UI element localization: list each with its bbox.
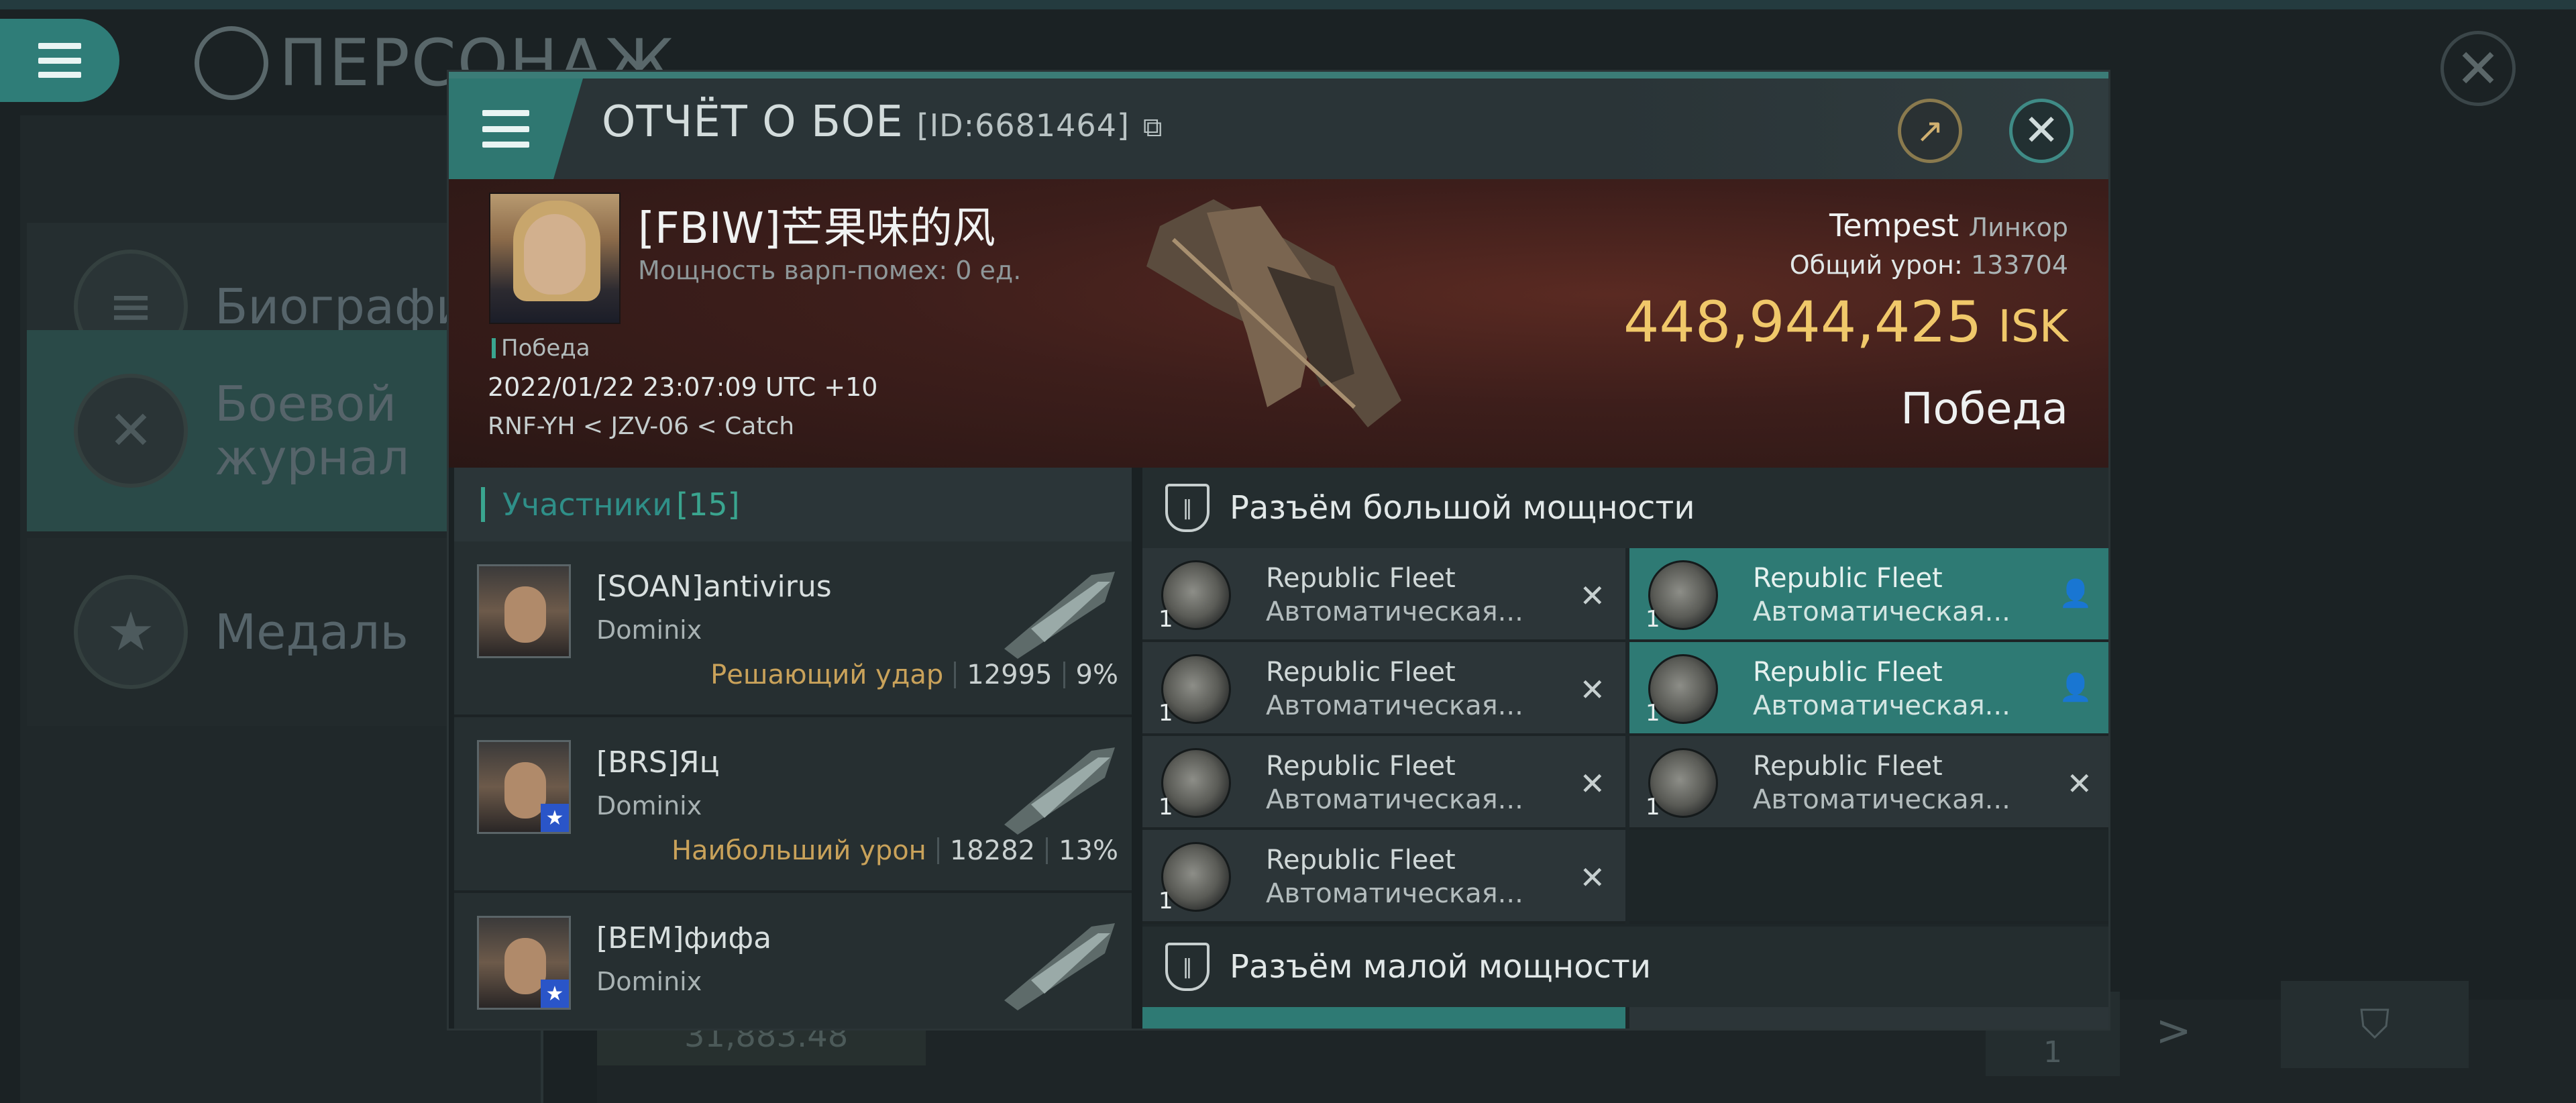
module-item[interactable]: 1 Republic Fleet Автоматическая... 👤 bbox=[1629, 642, 2108, 736]
destroyed-icon: ✕ bbox=[2066, 766, 2092, 802]
dropped-person-icon: 👤 bbox=[2059, 578, 2092, 609]
victim-name[interactable]: [FBIW]芒果味的风 bbox=[638, 194, 996, 256]
destroyed-icon: ✕ bbox=[1579, 578, 1605, 614]
participant-ship-icon bbox=[1004, 572, 1115, 659]
participant-name: [SOAN]antivirus bbox=[596, 570, 832, 604]
participant-name: [BEM]фифа bbox=[596, 921, 772, 955]
participant-ship-icon bbox=[1004, 747, 1115, 835]
participant-row[interactable]: [SOAN]antivirus Dominix Решающий удар 12… bbox=[454, 541, 1132, 717]
victim-banner: Победа 2022/01/22 23:07:09 UTC +10 RNF-Y… bbox=[449, 179, 2108, 468]
module-item[interactable]: 1 Republic Fleet Автоматическая... 👤 bbox=[1629, 548, 2108, 642]
participant-stats: Решающий удар 12995 9% bbox=[710, 660, 1118, 690]
participant-ship: Dominix bbox=[596, 967, 702, 996]
share-button[interactable]: ↗ bbox=[1898, 99, 1962, 163]
copy-icon[interactable]: ⧉ bbox=[1143, 112, 1163, 143]
modal-header: ОТЧЁТ О БОЕ [ID:6681464] ⧉ ↗ ✕ bbox=[449, 78, 2108, 179]
result-label: Победа bbox=[1900, 384, 2068, 434]
filter-icon[interactable]: ⛉ bbox=[2281, 981, 2469, 1068]
crossed-swords-icon: ✕ bbox=[74, 374, 188, 488]
participant-row[interactable]: ★ [BEM]фифа Dominix bbox=[454, 893, 1132, 1029]
module-item[interactable]: 1 Republic Fleet Автоматическая... ✕ bbox=[1142, 548, 1625, 642]
participants-panel: Участники [15] [SOAN]antivirus Dominix Р… bbox=[454, 468, 1132, 1029]
participant-avatar[interactable] bbox=[477, 564, 571, 658]
character-logo-icon bbox=[195, 26, 268, 100]
warp-disruption: Мощность варп-помех: 0 ед. bbox=[638, 256, 1022, 285]
dropped-person-icon: 👤 bbox=[2059, 672, 2092, 703]
ship-image bbox=[1146, 199, 1401, 427]
modal-menu-button[interactable] bbox=[449, 78, 583, 179]
close-button[interactable]: ✕ bbox=[2009, 99, 2074, 163]
destroyed-icon: ✕ bbox=[1579, 672, 1605, 708]
ship-type[interactable]: Tempest Линкор bbox=[1829, 207, 2068, 244]
low-slot-icon: ‖ bbox=[1165, 943, 1210, 991]
high-slot-header: ‖ Разъём большой мощности bbox=[1142, 468, 2108, 548]
participant-avatar[interactable]: ★ bbox=[477, 916, 571, 1010]
sidebar-item-label: Боевой журнал bbox=[215, 376, 410, 486]
fitting-panel: ‖ Разъём большой мощности 1 Republic Fle… bbox=[1142, 468, 2108, 1029]
module-item[interactable] bbox=[1142, 1007, 1625, 1029]
star-icon: ★ bbox=[541, 980, 569, 1008]
high-slot-grid: 1 Republic Fleet Автоматическая... ✕ 1 Re… bbox=[1142, 548, 2108, 924]
modal-title: ОТЧЁТ О БОЕ [ID:6681464] ⧉ bbox=[602, 97, 1163, 147]
participant-row[interactable]: ★ [BRS]Яц Dominix Наибольший урон 18282 … bbox=[454, 717, 1132, 893]
participant-stats: Наибольший урон 18282 13% bbox=[671, 835, 1118, 866]
low-slot-grid bbox=[1142, 1007, 2108, 1029]
high-slot-icon: ‖ bbox=[1165, 484, 1210, 532]
destroyed-icon: ✕ bbox=[1579, 859, 1605, 896]
star-medal-icon: ★ bbox=[74, 575, 188, 689]
victim-portrait[interactable] bbox=[489, 193, 621, 324]
destroyed-icon: ✕ bbox=[1579, 766, 1605, 802]
module-item[interactable]: 1 Republic Fleet Автоматическая... ✕ bbox=[1142, 736, 1625, 830]
modal-title-text: ОТЧЁТ О БОЕ bbox=[602, 97, 904, 147]
module-item[interactable] bbox=[1629, 1007, 2108, 1029]
kill-datetime: 2022/01/22 23:07:09 UTC +10 bbox=[488, 372, 878, 402]
status-badge: Победа bbox=[492, 335, 590, 362]
participant-ship: Dominix bbox=[596, 791, 702, 821]
menu-icon bbox=[38, 43, 81, 78]
menu-icon bbox=[482, 110, 529, 148]
total-damage: Общий урон: 133704 bbox=[1789, 250, 2068, 280]
module-item[interactable]: 1 Republic Fleet Автоматическая... ✕ bbox=[1142, 830, 1625, 924]
report-id: [ID:6681464] bbox=[916, 107, 1130, 144]
main-menu-button[interactable] bbox=[0, 19, 119, 102]
module-item[interactable]: 1 Republic Fleet Автоматическая... ✕ bbox=[1629, 736, 2108, 830]
participant-name: [BRS]Яц bbox=[596, 745, 720, 780]
participant-ship: Dominix bbox=[596, 615, 702, 645]
isk-value: 448,944,425 ISK bbox=[1623, 289, 2068, 355]
top-strip bbox=[0, 0, 2576, 9]
page-close-button[interactable]: ✕ bbox=[2440, 31, 2516, 106]
sidebar-item-label: Медаль bbox=[215, 604, 409, 660]
participants-header: Участники [15] bbox=[454, 468, 1132, 541]
modal-accent-line bbox=[449, 72, 2108, 78]
participant-avatar[interactable]: ★ bbox=[477, 740, 571, 834]
next-page-icon[interactable]: > bbox=[2140, 1001, 2207, 1061]
module-item[interactable]: 1 Republic Fleet Автоматическая... ✕ bbox=[1142, 642, 1625, 736]
empty-slot bbox=[1629, 830, 2108, 924]
low-slot-header: ‖ Разъём малой мощности bbox=[1142, 927, 2108, 1007]
participant-ship-icon bbox=[1004, 923, 1115, 1010]
star-icon: ★ bbox=[541, 804, 569, 832]
kill-location[interactable]: RNF-YH < JZV-06 < Catch bbox=[488, 413, 794, 440]
battle-report-modal: ОТЧЁТ О БОЕ [ID:6681464] ⧉ ↗ ✕ Победа 20… bbox=[447, 70, 2110, 1031]
